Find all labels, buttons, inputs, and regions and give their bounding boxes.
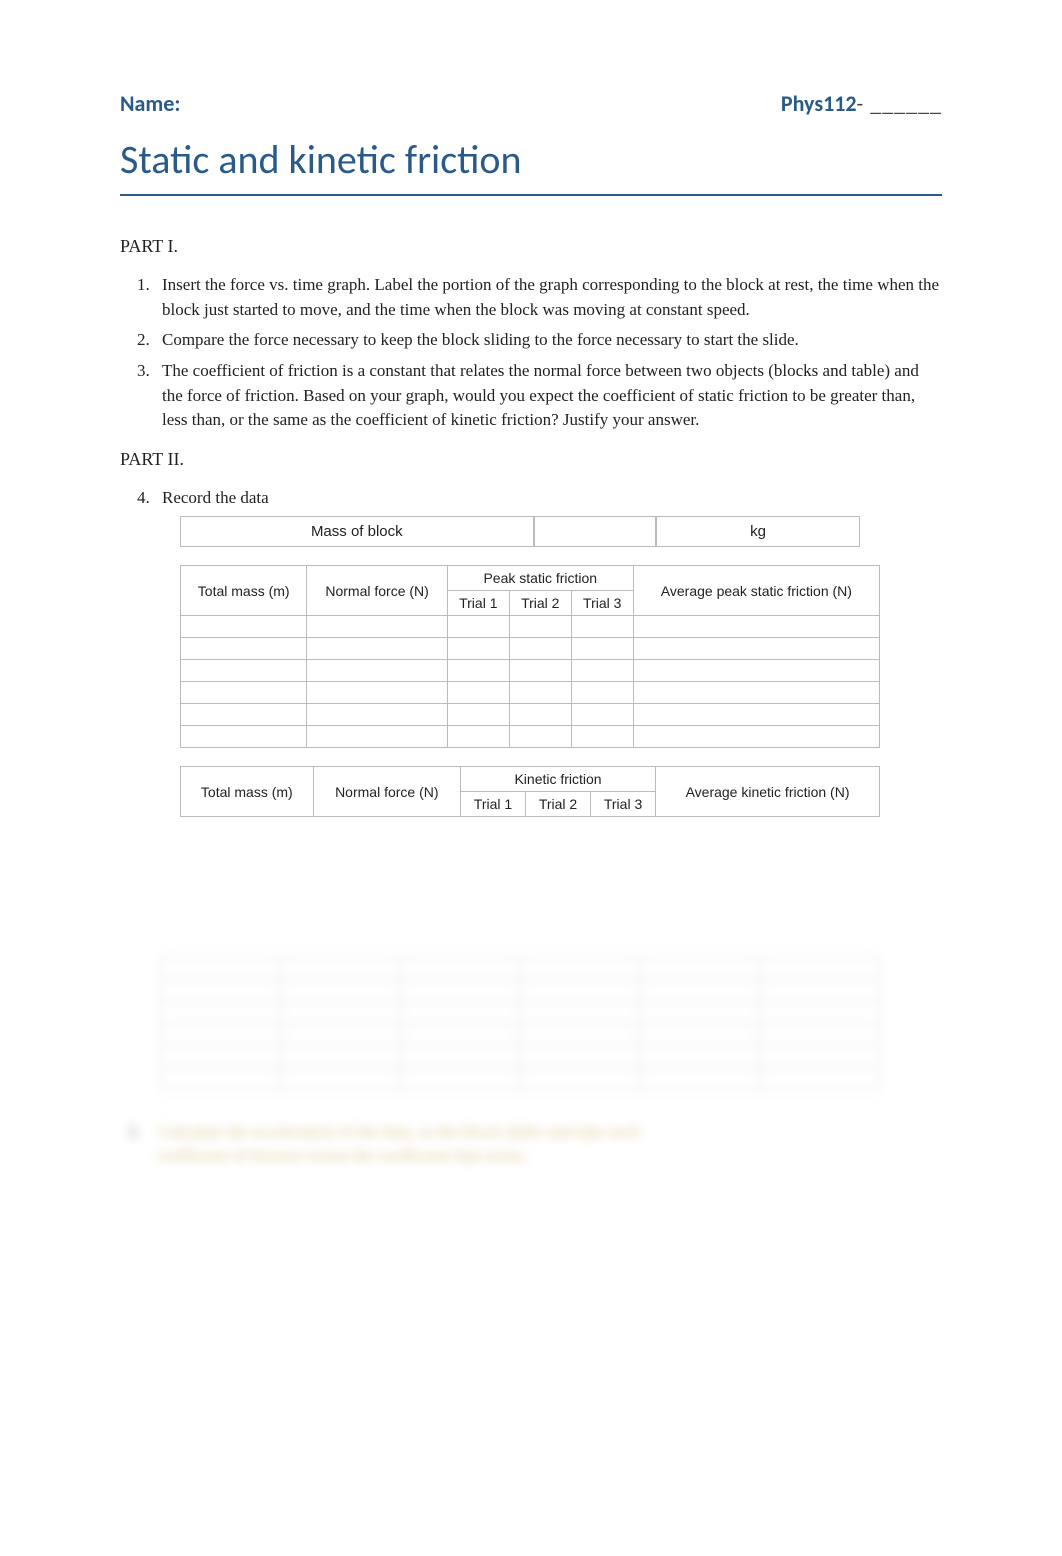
static-col-normal-force: Normal force (N): [307, 566, 447, 616]
blurred-item-5-line1: Calculate the acceleration of the data, …: [159, 1122, 640, 1141]
blurred-item-5-line2: coefficient of friction versus the coeff…: [156, 1146, 527, 1165]
static-group-header: Peak static friction: [447, 566, 633, 591]
course-prefix: Phys112: [781, 90, 857, 117]
part1-heading: PART I.: [120, 236, 942, 257]
kinetic-col-total-mass: Total mass (m): [181, 767, 314, 817]
static-col-avg: Average peak static friction (N): [633, 566, 879, 616]
kinetic-col-trial3: Trial 3: [591, 792, 656, 817]
part1-item-1: Insert the force vs. time graph. Label t…: [154, 273, 942, 322]
kinetic-col-normal-force: Normal force (N): [313, 767, 460, 817]
kinetic-group-header: Kinetic friction: [460, 767, 655, 792]
table-row: [181, 616, 880, 638]
kinetic-col-trial2: Trial 2: [526, 792, 591, 817]
mass-value-cell[interactable]: [534, 516, 656, 547]
blurred-item-5-number: 5.: [128, 1122, 141, 1141]
part2-item-4: Record the data: [154, 486, 942, 511]
static-friction-table: Total mass (m) Normal force (N) Peak sta…: [180, 565, 880, 748]
blurred-table: [160, 957, 880, 1090]
table-row: [181, 704, 880, 726]
static-col-trial2: Trial 2: [509, 591, 571, 616]
table-row: [181, 682, 880, 704]
kinetic-col-avg: Average kinetic friction (N): [656, 767, 880, 817]
table-row: [181, 726, 880, 748]
name-label: Name:: [120, 90, 180, 117]
table-row: [161, 1046, 880, 1068]
title-rule: [120, 194, 942, 196]
table-row: [161, 1002, 880, 1024]
table-row: [161, 958, 880, 980]
course-label: Phys112- ______: [781, 90, 942, 117]
blurred-preview: 5. Calculate the acceleration of the dat…: [120, 957, 942, 1168]
part2-list: Record the data: [120, 486, 942, 511]
table-row: [161, 980, 880, 1002]
static-col-trial3: Trial 3: [571, 591, 633, 616]
blurred-item-5: 5. Calculate the acceleration of the dat…: [128, 1120, 942, 1168]
table-row: [161, 1024, 880, 1046]
part2-heading: PART II.: [120, 449, 942, 470]
kinetic-friction-table: Total mass (m) Normal force (N) Kinetic …: [180, 766, 880, 817]
mass-of-block-row: Mass of block kg: [180, 516, 860, 547]
table-row: [181, 660, 880, 682]
static-col-total-mass: Total mass (m): [181, 566, 307, 616]
document-title: Static and kinetic friction: [120, 135, 942, 184]
part1-item-2: Compare the force necessary to keep the …: [154, 328, 942, 353]
table-row: [161, 1068, 880, 1090]
static-col-trial1: Trial 1: [447, 591, 509, 616]
kinetic-col-trial1: Trial 1: [460, 792, 525, 817]
header-row: Name: Phys112- ______: [120, 90, 942, 117]
part1-item-3: The coefficient of friction is a constan…: [154, 359, 942, 433]
mass-unit-cell: kg: [656, 516, 860, 547]
part1-list: Insert the force vs. time graph. Label t…: [120, 273, 942, 433]
mass-label-cell: Mass of block: [180, 516, 534, 547]
course-blank: - ______: [857, 90, 942, 117]
table-row: [181, 638, 880, 660]
